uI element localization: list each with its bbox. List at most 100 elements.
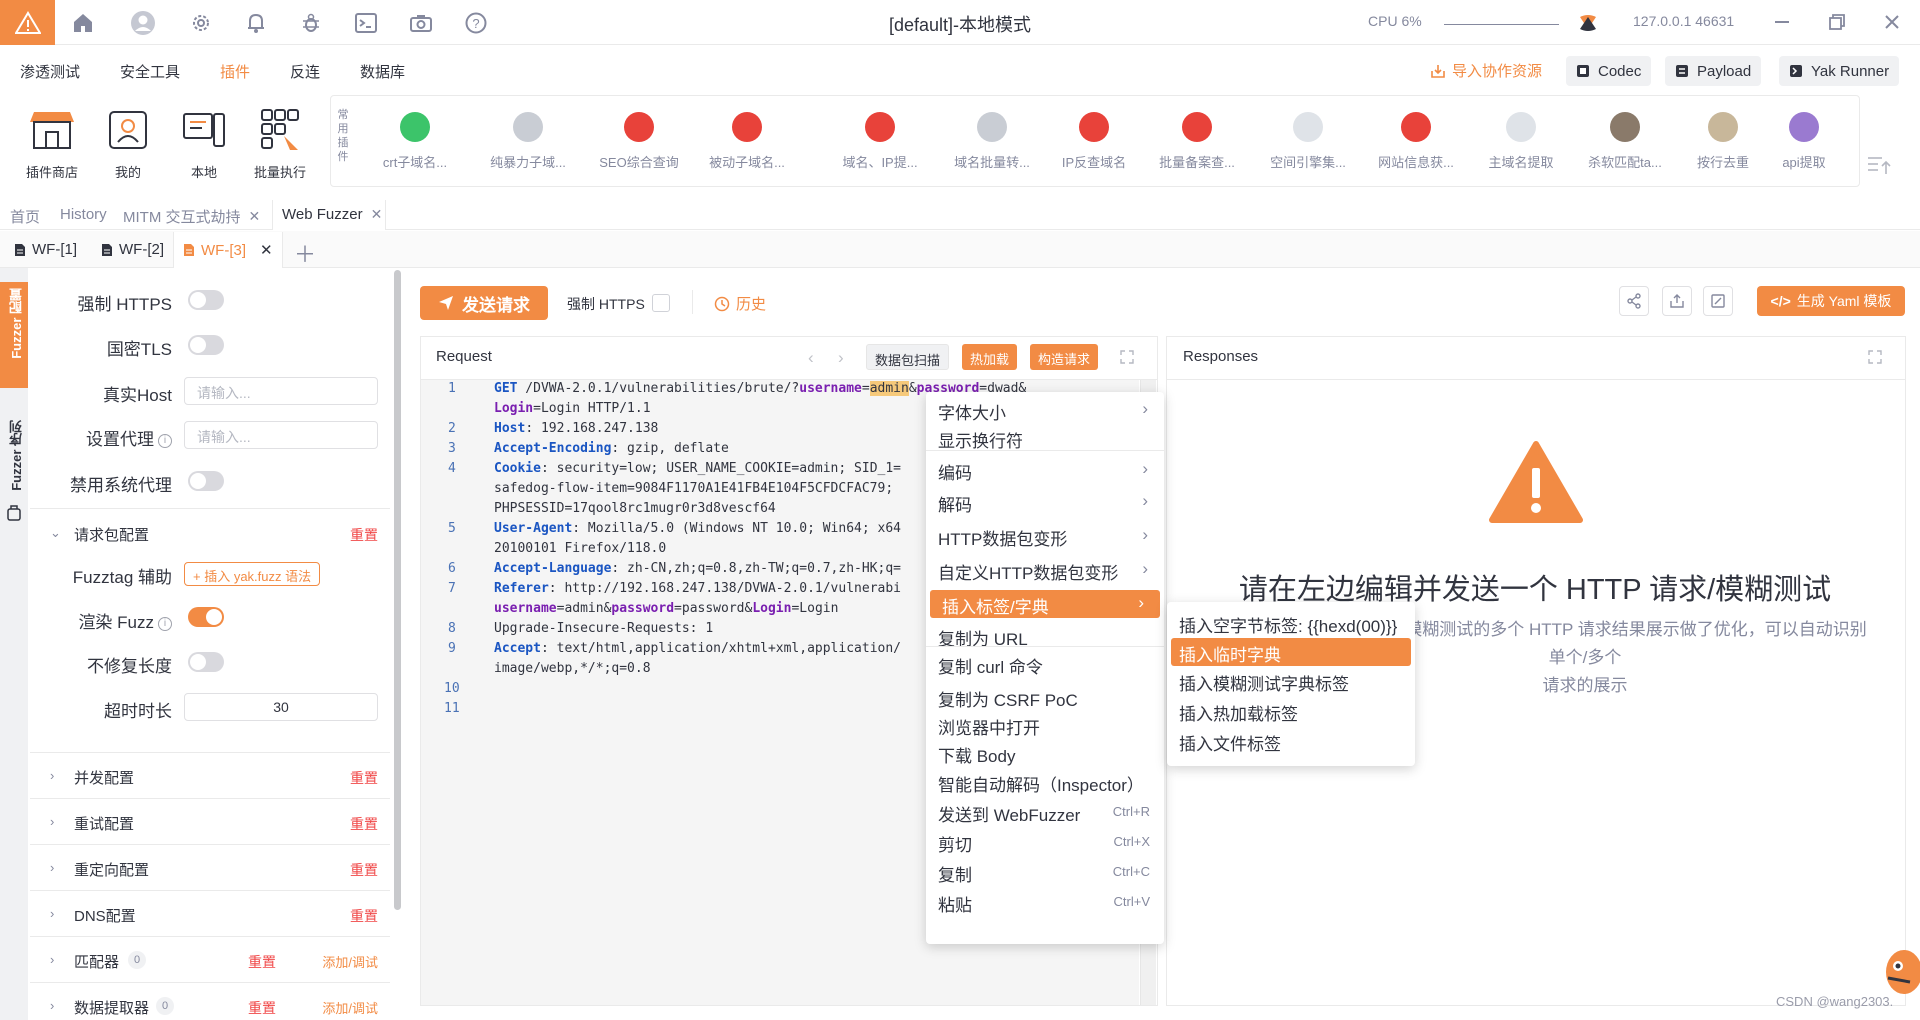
close-icon[interactable]: ✕: [249, 208, 261, 225]
add-debug-link[interactable]: 添加/调试: [322, 952, 378, 971]
plugin-item[interactable]: 纯暴力子域...: [473, 112, 583, 171]
close-icon[interactable]: ✕: [260, 241, 273, 259]
reset-link[interactable]: 重置: [350, 525, 378, 545]
force-https-checkbox[interactable]: [652, 294, 670, 312]
plugin-item[interactable]: api提取: [1749, 112, 1859, 171]
context-menu-item[interactable]: 浏览器中打开: [926, 711, 1164, 739]
context-menu-item[interactable]: 插入标签/字典 ›: [930, 590, 1160, 618]
proxy-input[interactable]: 请输入...: [184, 421, 378, 449]
menu-plugins[interactable]: 插件: [220, 61, 250, 82]
reset-link[interactable]: 重置: [248, 952, 276, 972]
hot-load-button[interactable]: 热加载: [962, 344, 1018, 370]
close-icon[interactable]: ✕: [371, 206, 383, 223]
plugin-item[interactable]: 杀软匹配ta...: [1570, 112, 1680, 171]
context-menu-item[interactable]: 字体大小 ›: [926, 396, 1164, 424]
import-collab-link[interactable]: 导入协作资源: [1430, 60, 1542, 81]
context-menu-item[interactable]: 下载 Body: [926, 739, 1164, 767]
batch-exec-tool[interactable]: 批量执行: [242, 106, 318, 181]
no-fix-length-switch[interactable]: [188, 652, 224, 672]
plugin-item[interactable]: IP反查域名: [1039, 112, 1149, 171]
context-menu-item[interactable]: 解码 ›: [926, 488, 1164, 516]
yak-engine-icon[interactable]: [1575, 10, 1601, 36]
submenu-item[interactable]: 插入模糊测试字典标签: [1179, 670, 1349, 695]
render-fuzz-switch[interactable]: [188, 607, 224, 627]
packet-scan-button[interactable]: 数据包扫描: [866, 344, 950, 370]
menu-security-tools[interactable]: 安全工具: [120, 61, 180, 82]
disable-proxy-switch[interactable]: [188, 471, 224, 491]
real-host-input[interactable]: 请输入...: [184, 377, 378, 405]
menu-pentest[interactable]: 渗透测试: [20, 61, 80, 82]
context-menu-item[interactable]: 发送到 WebFuzzer Ctrl+R: [926, 798, 1164, 826]
edit-button[interactable]: [1703, 286, 1733, 316]
fuzzer-tab-2[interactable]: WF-[2]: [101, 241, 164, 258]
menu-reverse[interactable]: 反连: [290, 61, 320, 82]
close-window-icon[interactable]: [1880, 10, 1904, 34]
context-menu-item[interactable]: 复制为 CSRF PoC: [926, 683, 1164, 711]
fullscreen-icon[interactable]: [1868, 350, 1882, 364]
plugin-store-tool[interactable]: 插件商店: [14, 106, 90, 181]
context-menu-item[interactable]: 智能自动解码（Inspector）: [926, 768, 1164, 796]
reset-link[interactable]: 重置: [350, 814, 378, 834]
plugin-item[interactable]: 批量备案查...: [1142, 112, 1252, 171]
history-button[interactable]: 历史: [714, 293, 766, 314]
local-plugins-tool[interactable]: 本地: [166, 106, 242, 181]
add-tab-icon[interactable]: ＋: [294, 237, 316, 269]
my-plugins-tool[interactable]: 我的: [90, 106, 166, 181]
send-request-button[interactable]: 发送请求: [420, 286, 548, 320]
request-config-section[interactable]: ⌄ 请求包配置 重置: [46, 522, 386, 546]
context-menu-item[interactable]: 粘贴 Ctrl+V: [926, 888, 1164, 916]
fullscreen-icon[interactable]: [1120, 350, 1134, 364]
plugin-item[interactable]: 域名、IP提...: [825, 112, 935, 171]
context-menu-item[interactable]: 剪切 Ctrl+X: [926, 828, 1164, 856]
tab-home[interactable]: 首页: [10, 206, 40, 227]
insert-fuzz-syntax-button[interactable]: + 插入 yak.fuzz 语法: [184, 562, 321, 586]
chevron-right-icon[interactable]: ›: [838, 348, 844, 368]
submenu-item-active[interactable]: 插入临时字典: [1171, 638, 1411, 666]
fuzzer-tab-3[interactable]: WF-[3] ✕: [183, 241, 273, 259]
fuzzer-sequence-tab[interactable]: Fuzzer 序列: [7, 420, 26, 491]
generate-yaml-button[interactable]: </> 生成 Yaml 模板: [1757, 286, 1905, 316]
share-button[interactable]: [1619, 286, 1649, 316]
context-menu-item[interactable]: 显示换行符: [926, 424, 1164, 452]
extractor-section[interactable]: › 数据提取器 0 重置 添加/调试: [46, 995, 386, 1019]
context-menu-item[interactable]: 复制 Ctrl+C: [926, 858, 1164, 886]
chevron-left-icon[interactable]: ‹: [808, 348, 814, 368]
concurrency-section[interactable]: › 并发配置 重置: [46, 765, 386, 789]
reset-link[interactable]: 重置: [350, 768, 378, 788]
submenu-item[interactable]: 插入热加载标签: [1179, 700, 1298, 725]
context-menu-item[interactable]: 编码 ›: [926, 456, 1164, 484]
tab-mitm[interactable]: MITM 交互式劫持 ✕: [123, 206, 260, 227]
timeout-input[interactable]: 30: [184, 693, 378, 721]
config-scrollbar[interactable]: [394, 270, 401, 910]
codec-button[interactable]: Codec: [1566, 56, 1652, 86]
context-menu-item[interactable]: 复制 curl 命令: [926, 650, 1164, 678]
plugin-item[interactable]: SEO综合查询: [584, 112, 694, 171]
reset-link[interactable]: 重置: [248, 998, 276, 1018]
export-button[interactable]: [1662, 286, 1692, 316]
dns-section[interactable]: › DNS配置 重置: [46, 903, 386, 927]
submenu-item[interactable]: 插入空字节标签: {{hexd(00)}}: [1179, 612, 1397, 637]
yak-runner-button[interactable]: Yak Runner: [1779, 56, 1900, 86]
context-menu-item[interactable]: 自定义HTTP数据包变形 ›: [926, 556, 1164, 584]
plugin-item[interactable]: 主域名提取: [1466, 112, 1576, 171]
matcher-section[interactable]: › 匹配器 0 重置 添加/调试: [46, 949, 386, 973]
tab-web-fuzzer[interactable]: Web Fuzzer ✕: [282, 206, 382, 223]
plugin-item[interactable]: 被动子域名...: [692, 112, 802, 171]
plugin-item[interactable]: 网站信息获...: [1361, 112, 1471, 171]
submenu-item[interactable]: 插入文件标签: [1179, 730, 1281, 755]
plugin-item[interactable]: crt子域名...: [360, 112, 470, 171]
tab-history[interactable]: History: [60, 206, 107, 223]
plugin-item[interactable]: 空间引擎集...: [1253, 112, 1363, 171]
context-menu-item[interactable]: HTTP数据包变形 ›: [926, 522, 1164, 550]
restore-icon[interactable]: [1825, 10, 1849, 34]
fuzzer-tab-1[interactable]: WF-[1]: [14, 241, 77, 258]
plugin-item[interactable]: 域名批量转...: [937, 112, 1047, 171]
collapse-toolbar-icon[interactable]: [1866, 154, 1892, 176]
construct-request-button[interactable]: 构造请求: [1030, 344, 1099, 370]
add-debug-link[interactable]: 添加/调试: [322, 998, 378, 1017]
reset-link[interactable]: 重置: [350, 860, 378, 880]
gm-tls-switch[interactable]: [188, 335, 224, 355]
payload-button[interactable]: Payload: [1665, 56, 1762, 86]
retry-section[interactable]: › 重试配置 重置: [46, 811, 386, 835]
redirect-section[interactable]: › 重定向配置 重置: [46, 857, 386, 881]
